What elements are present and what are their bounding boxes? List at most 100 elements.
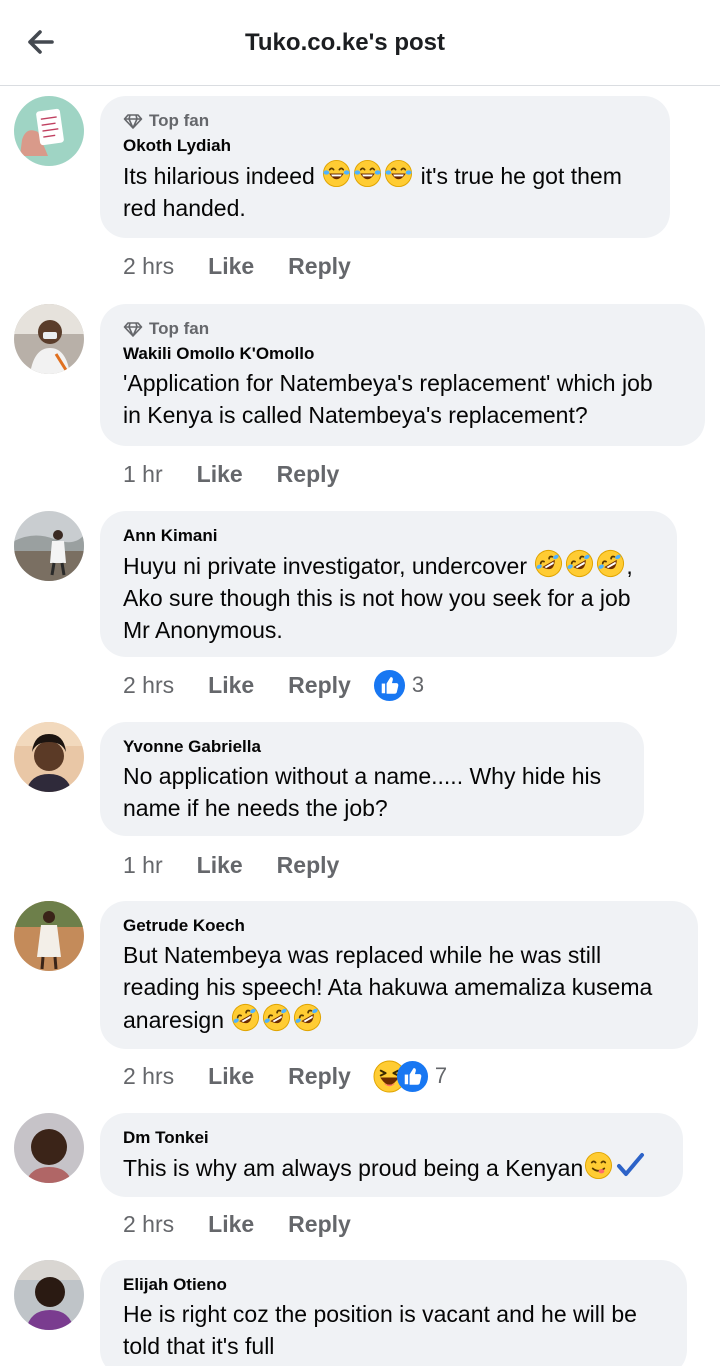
comment-text: Its hilarious indeed it's true he got th… xyxy=(123,159,648,224)
rofl-emoji-icon xyxy=(534,549,563,578)
comment-text: He is right coz the position is vacant a… xyxy=(123,1298,665,1362)
comment-author[interactable]: Wakili Omollo K'Omollo xyxy=(123,343,683,365)
comment-time[interactable]: 1 hr xyxy=(123,461,163,488)
avatar[interactable] xyxy=(14,1260,84,1330)
smiling-emoji-icon xyxy=(584,1151,613,1180)
avatar-image xyxy=(14,304,84,374)
avatar-image xyxy=(14,96,84,166)
comment-author[interactable]: Yvonne Gabriella xyxy=(123,736,622,758)
rofl-emoji-icon xyxy=(231,1003,260,1032)
comment-actions: 2 hrs Like Reply 7 xyxy=(123,1061,447,1091)
comment-author[interactable]: Elijah Otieno xyxy=(123,1274,665,1296)
check-mark-icon xyxy=(617,1153,645,1176)
comment-bubble: Dm Tonkei This is why am always proud be… xyxy=(100,1113,683,1197)
comment-text-line2: told that it's full xyxy=(123,1333,275,1359)
reply-button[interactable]: Reply xyxy=(288,1063,351,1090)
comment-text-line1: Its hilarious indeed xyxy=(123,163,315,189)
comment-text-line3: Mr Anonymous. xyxy=(123,617,283,643)
reply-button[interactable]: Reply xyxy=(288,672,351,699)
comment-bubble: Yvonne Gabriella No application without … xyxy=(100,722,644,836)
top-fan-badge: Top fan xyxy=(123,110,648,132)
reply-button[interactable]: Reply xyxy=(277,461,340,488)
comment-bubble: Elijah Otieno He is right coz the positi… xyxy=(100,1260,687,1366)
comment-text-line1: He is right coz the position is vacant a… xyxy=(123,1301,637,1327)
rofl-emoji-icon xyxy=(262,1003,291,1032)
avatar[interactable] xyxy=(14,511,84,581)
comment-author[interactable]: Okoth Lydiah xyxy=(123,135,648,157)
comment-time[interactable]: 2 hrs xyxy=(123,672,174,699)
comment-bubble: Getrude Koech But Natembeya was replaced… xyxy=(100,901,698,1049)
reaction-count: 7 xyxy=(434,1063,448,1088)
comment-text-line1-after: , xyxy=(626,553,633,579)
like-reaction-icon xyxy=(396,1060,429,1093)
diamond-icon xyxy=(123,319,143,339)
avatar-image xyxy=(14,1113,84,1183)
comment-time[interactable]: 2 hrs xyxy=(123,1063,174,1090)
like-button[interactable]: Like xyxy=(208,672,254,699)
top-fan-badge: Top fan xyxy=(123,318,683,340)
reply-button[interactable]: Reply xyxy=(277,852,340,879)
comment-author[interactable]: Getrude Koech xyxy=(123,915,676,937)
comment-text: 'Application for Natembeya's replacement… xyxy=(123,367,683,431)
reactions-summary[interactable]: 3 xyxy=(373,669,424,702)
avatar[interactable] xyxy=(14,901,84,971)
comment-text-line3: anaresign xyxy=(123,1007,225,1033)
comment-text: But Natembeya was replaced while he was … xyxy=(123,939,676,1036)
joy-emoji-icon xyxy=(384,159,413,188)
top-fan-label: Top fan xyxy=(149,111,210,130)
comment-time[interactable]: 1 hr xyxy=(123,852,163,879)
comment-bubble: Ann Kimani Huyu ni private investigator,… xyxy=(100,511,677,657)
comment-text-line1: No application without a name..... Why h… xyxy=(123,763,602,789)
comment-text-line1: But Natembeya was replaced while he was … xyxy=(123,942,602,968)
rofl-emoji-icon xyxy=(596,549,625,578)
comment-time[interactable]: 2 hrs xyxy=(123,253,174,280)
like-button[interactable]: Like xyxy=(197,852,243,879)
like-button[interactable]: Like xyxy=(208,1063,254,1090)
joy-emoji-icon xyxy=(322,159,351,188)
avatar[interactable] xyxy=(14,304,84,374)
avatar-image xyxy=(14,511,84,581)
comment-actions: 2 hrs Like Reply xyxy=(123,1209,351,1239)
comment-text-line2: Ako sure though this is not how you seek… xyxy=(123,585,631,611)
reply-button[interactable]: Reply xyxy=(288,253,351,280)
avatar[interactable] xyxy=(14,96,84,166)
rofl-emoji-icon xyxy=(293,1003,322,1032)
reply-button[interactable]: Reply xyxy=(288,1211,351,1238)
like-button[interactable]: Like xyxy=(208,253,254,280)
avatar[interactable] xyxy=(14,722,84,792)
comment-text-line2: reading his speech! Ata hakuwa amemaliza… xyxy=(123,974,653,1000)
diamond-icon xyxy=(123,111,143,131)
comment-bubble: Top fan Wakili Omollo K'Omollo 'Applicat… xyxy=(100,304,705,446)
avatar-image xyxy=(14,722,84,792)
comment-author[interactable]: Ann Kimani xyxy=(123,525,655,547)
rofl-emoji-icon xyxy=(565,549,594,578)
like-reaction-icon xyxy=(373,669,406,702)
comment-text-line2: in Kenya is called Natembeya's replaceme… xyxy=(123,402,588,428)
comment-actions: 2 hrs Like Reply xyxy=(123,251,351,281)
comment-text: This is why am always proud being a Keny… xyxy=(123,1151,661,1184)
comment-text-line1: This is why am always proud being a Keny… xyxy=(123,1155,584,1181)
avatar[interactable] xyxy=(14,1113,84,1183)
reactions-summary[interactable]: 7 xyxy=(373,1060,447,1093)
comment-text: No application without a name..... Why h… xyxy=(123,760,622,824)
comment-actions: 1 hr Like Reply xyxy=(123,850,339,880)
like-button[interactable]: Like xyxy=(197,461,243,488)
reaction-count: 3 xyxy=(411,672,425,697)
comment-text-line2: name if he needs the job? xyxy=(123,795,388,821)
avatar-image xyxy=(14,901,84,971)
comment-author[interactable]: Dm Tonkei xyxy=(123,1127,661,1149)
page-title: Tuko.co.ke's post xyxy=(245,29,445,56)
top-fan-label: Top fan xyxy=(149,319,210,338)
like-button[interactable]: Like xyxy=(208,1211,254,1238)
comment-text-line2: red handed. xyxy=(123,195,246,221)
avatar-image xyxy=(14,1260,84,1330)
comment-time[interactable]: 2 hrs xyxy=(123,1211,174,1238)
comment-text-line1-after: it's true he got them xyxy=(414,163,622,189)
comment-text-line1: Huyu ni private investigator, undercover xyxy=(123,553,527,579)
comment-actions: 2 hrs Like Reply 3 xyxy=(123,670,424,700)
comment-bubble: Top fan Okoth Lydiah Its hilarious indee… xyxy=(100,96,670,238)
comment-text: Huyu ni private investigator, undercover… xyxy=(123,549,655,646)
comment-text-line1: 'Application for Natembeya's replacement… xyxy=(123,370,653,396)
joy-emoji-icon xyxy=(353,159,382,188)
comment-actions: 1 hr Like Reply xyxy=(123,459,339,489)
